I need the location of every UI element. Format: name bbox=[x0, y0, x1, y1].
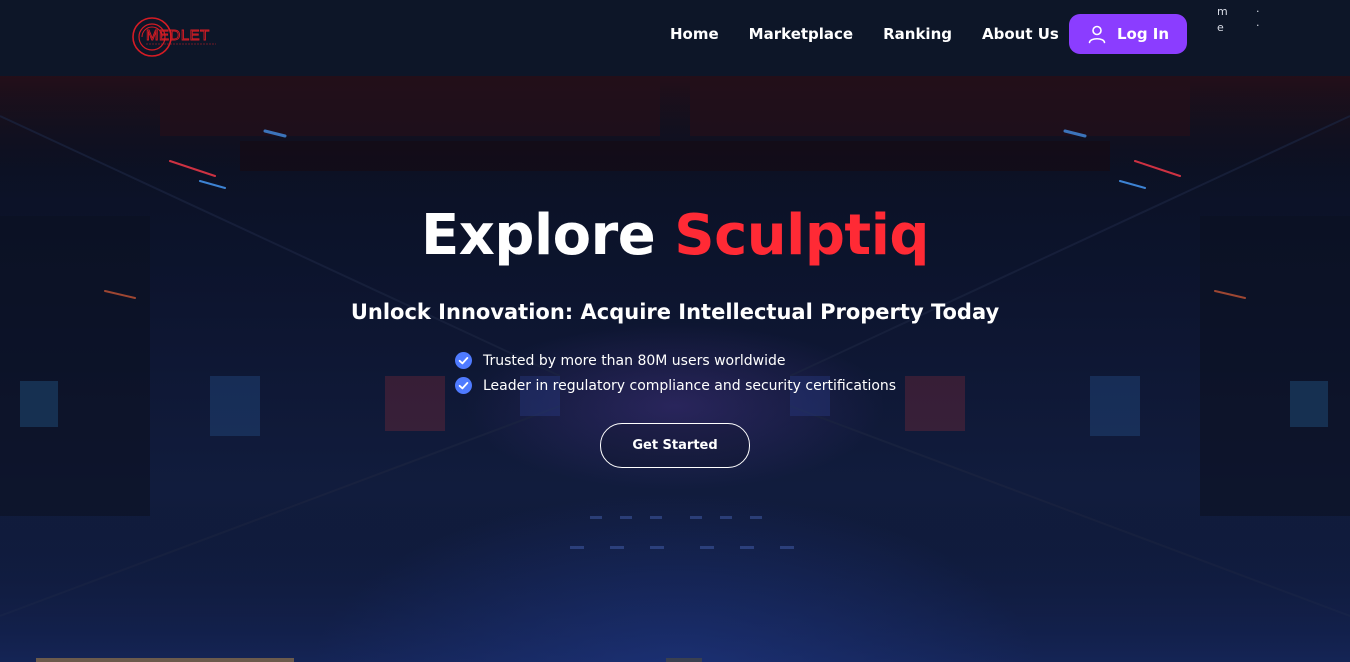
nav-ranking[interactable]: Ranking bbox=[883, 25, 952, 43]
user-icon bbox=[1087, 24, 1107, 44]
svg-text:MEDLET: MEDLET bbox=[146, 27, 210, 44]
menu-fragment-char-d: · bbox=[1256, 19, 1260, 32]
hero-title: Explore Sculptiq bbox=[0, 200, 1350, 272]
feature-item: Trusted by more than 80M users worldwide bbox=[455, 348, 925, 373]
main-nav: Home Marketplace Ranking About Us bbox=[670, 22, 1059, 46]
hero-title-part1: Explore bbox=[421, 203, 656, 268]
feature-item: Leader in regulatory compliance and secu… bbox=[455, 373, 925, 398]
scroll-indicator-secondary bbox=[666, 658, 702, 662]
brand-logo[interactable]: MEDLET bbox=[130, 15, 220, 59]
hero-subtitle: Unlock Innovation: Acquire Intellectual … bbox=[350, 300, 1000, 324]
page: MEDLET Home Marketplace Ranking About Us… bbox=[0, 0, 1350, 662]
menu-fragment: m e · · bbox=[1214, 6, 1264, 38]
check-circle-icon bbox=[455, 352, 472, 369]
menu-fragment-char-c: · bbox=[1256, 5, 1260, 18]
check-circle-icon bbox=[455, 377, 472, 394]
feature-text: Leader in regulatory compliance and secu… bbox=[483, 377, 897, 394]
site-header: MEDLET Home Marketplace Ranking About Us… bbox=[0, 0, 1350, 76]
login-label: Log In bbox=[1116, 25, 1170, 43]
feature-text: Trusted by more than 80M users worldwide bbox=[483, 352, 786, 369]
brand-logo-icon: MEDLET bbox=[132, 17, 216, 57]
scroll-indicator bbox=[36, 658, 294, 662]
menu-fragment-char-b: e bbox=[1217, 21, 1224, 34]
hero-content: Explore Sculptiq Unlock Innovation: Acqu… bbox=[0, 76, 1350, 662]
feature-list: Trusted by more than 80M users worldwide… bbox=[455, 348, 925, 398]
get-started-button[interactable]: Get Started bbox=[600, 423, 750, 468]
login-button[interactable]: Log In bbox=[1069, 14, 1187, 54]
hero-title-part2: Sculptiq bbox=[674, 203, 929, 268]
hero-section: Explore Sculptiq Unlock Innovation: Acqu… bbox=[0, 76, 1350, 662]
get-started-label: Get Started bbox=[632, 438, 718, 453]
nav-marketplace[interactable]: Marketplace bbox=[749, 25, 853, 43]
nav-about-us[interactable]: About Us bbox=[982, 25, 1059, 43]
nav-home[interactable]: Home bbox=[670, 25, 719, 43]
menu-fragment-char-a: m bbox=[1217, 5, 1228, 18]
